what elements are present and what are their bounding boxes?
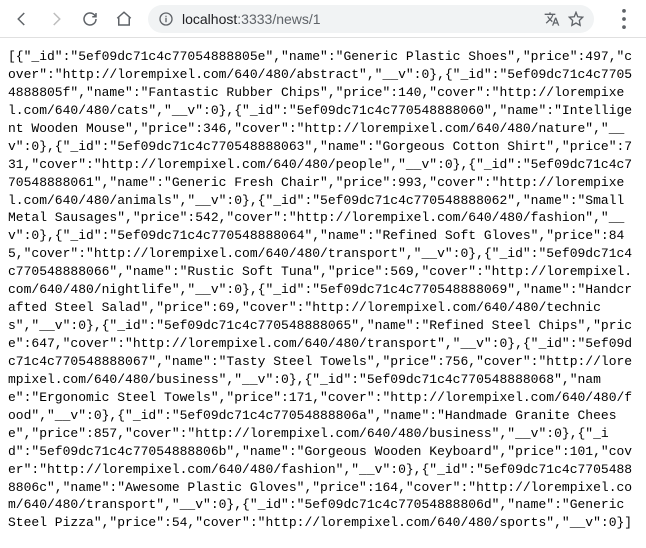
arrow-left-icon (13, 10, 31, 28)
back-button[interactable] (8, 5, 36, 33)
forward-button[interactable] (42, 5, 70, 33)
browser-toolbar: localhost:3333/news/1 (0, 0, 646, 38)
site-info-icon[interactable] (158, 11, 174, 27)
url-text: localhost:3333/news/1 (182, 11, 321, 27)
page-json-body: [{"_id":"5ef09dc71c4c77054888805e","name… (0, 38, 646, 542)
bookmark-star-icon[interactable] (568, 11, 584, 27)
arrow-right-icon (47, 10, 65, 28)
home-icon (115, 10, 133, 28)
browser-menu-button[interactable] (610, 5, 638, 33)
home-button[interactable] (110, 5, 138, 33)
address-bar[interactable]: localhost:3333/news/1 (148, 5, 594, 33)
reload-icon (81, 10, 99, 28)
reload-button[interactable] (76, 5, 104, 33)
translate-icon[interactable] (544, 11, 560, 27)
kebab-menu-icon (610, 5, 638, 33)
